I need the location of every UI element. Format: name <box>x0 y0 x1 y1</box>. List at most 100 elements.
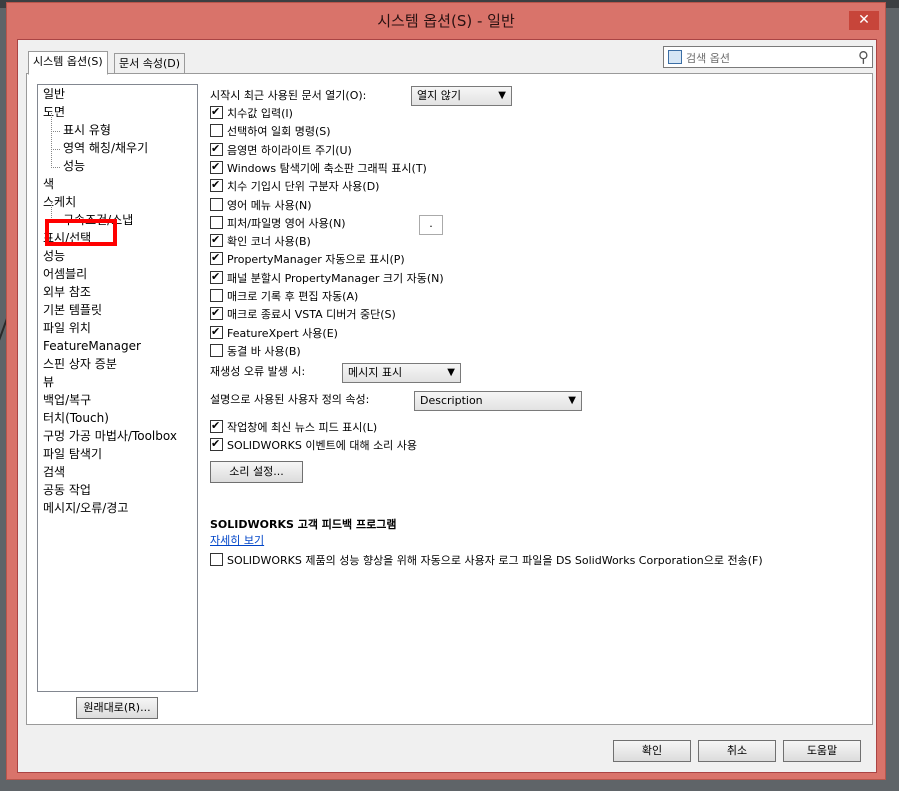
option-checkbox-row[interactable]: PropertyManager 자동으로 표시(P) <box>210 249 405 269</box>
search-options-field[interactable]: 검색 옵션 ⚲ <box>663 46 873 68</box>
rebuild-error-value: 메시지 표시 <box>348 366 403 379</box>
ok-button[interactable]: 확인 <box>613 740 691 762</box>
tree-item[interactable]: 성능 <box>43 247 65 265</box>
option-checkbox[interactable] <box>210 417 223 435</box>
option-checkbox-row[interactable]: 영어 메뉴 사용(N) <box>210 197 312 215</box>
tree-item[interactable]: FeatureManager <box>43 337 141 355</box>
highlight-box <box>45 219 117 246</box>
feedback-checkbox[interactable] <box>210 553 223 566</box>
tab-document-properties[interactable]: 문서 속성(D) <box>114 53 186 75</box>
option-checkbox-row[interactable]: 패널 분할시 PropertyManager 크기 자동(N) <box>210 268 444 288</box>
tree-item[interactable]: 구멍 가공 마법사/Toolbox <box>43 427 177 445</box>
chevron-down-icon: ▼ <box>568 395 576 406</box>
option-checkbox[interactable] <box>210 215 223 229</box>
tree-item[interactable]: 영역 해칭/채우기 <box>63 139 148 157</box>
options-panel: 일반 도면 표시 유형 영역 해칭/채우기 성능 색 스케치 구속조건/스냅 표시/선택 성능 어셈… <box>26 73 873 725</box>
feedback-checkbox-label: SOLIDWORKS 제품의 성능 향상을 위해 자동으로 사용자 로그 파일을… <box>227 554 763 567</box>
option-checkbox-label: 음영면 하이라이트 주기(U) <box>227 143 352 157</box>
option-checkbox-row[interactable]: 매크로 기록 후 편집 자동(A) <box>210 288 358 306</box>
tree-item[interactable]: 터치(Touch) <box>43 409 109 427</box>
rebuild-error-label: 재생성 오류 발생 시: <box>210 365 306 378</box>
option-checkbox-row[interactable]: 동결 바 사용(B) <box>210 343 301 361</box>
open-recent-label: 시작시 최근 사용된 문서 열기(O): <box>210 89 367 102</box>
tree-item[interactable]: 파일 탐색기 <box>43 445 102 463</box>
decimal-separator-field[interactable]: . <box>419 215 443 235</box>
option-checkbox-row[interactable]: SOLIDWORKS 이벤트에 대해 소리 사용 <box>210 435 418 455</box>
option-checkbox-label: SOLIDWORKS 이벤트에 대해 소리 사용 <box>227 439 418 453</box>
option-checkbox[interactable] <box>210 268 223 286</box>
tree-item[interactable]: 성능 <box>63 157 85 175</box>
open-recent-select[interactable]: 열지 않기 ▼ <box>411 86 512 106</box>
dialog-client: 시스템 옵션(S) 문서 속성(D) 검색 옵션 ⚲ 일반 도면 표시 유형 영역 해… <box>17 39 877 773</box>
option-checkbox[interactable] <box>210 343 223 357</box>
tree-connector <box>51 131 60 150</box>
option-checkbox[interactable] <box>210 249 223 267</box>
option-checkbox-row[interactable]: Windows 탐색기에 축소판 그래픽 표시(T) <box>210 158 427 178</box>
tree-item[interactable]: 외부 참조 <box>43 283 91 301</box>
options-tree[interactable]: 일반 도면 표시 유형 영역 해칭/채우기 성능 색 스케치 구속조건/스냅 표시/선택 성능 어셈… <box>37 84 198 692</box>
tree-item[interactable]: 어셈블리 <box>43 265 87 283</box>
option-checkbox[interactable] <box>210 231 223 249</box>
option-checkbox-row[interactable]: 피처/파일명 영어 사용(N) <box>210 215 346 233</box>
option-checkbox-row[interactable]: 작업창에 최신 뉴스 피드 표시(L) <box>210 417 378 437</box>
reset-button[interactable]: 원래대로(R)... <box>76 697 158 719</box>
tree-item[interactable]: 색 <box>43 175 54 193</box>
option-checkbox-label: 동결 바 사용(B) <box>227 344 301 358</box>
option-checkbox-label: 패널 분할시 PropertyManager 크기 자동(N) <box>227 271 444 285</box>
option-checkbox[interactable] <box>210 158 223 176</box>
tree-connector <box>51 113 60 132</box>
close-button[interactable]: ✕ <box>849 11 879 30</box>
option-checkbox-label: FeatureXpert 사용(E) <box>227 326 338 340</box>
option-checkbox[interactable] <box>210 304 223 322</box>
option-checkbox-label: 피처/파일명 영어 사용(N) <box>227 216 346 230</box>
tree-item[interactable]: 스핀 상자 증분 <box>43 355 117 373</box>
option-checkbox-label: 치수값 입력(I) <box>227 107 293 120</box>
option-checkbox[interactable] <box>210 124 223 138</box>
tree-item[interactable]: 파일 위치 <box>43 319 91 337</box>
option-checkbox-row[interactable]: 확인 코너 사용(B) <box>210 231 311 251</box>
tree-item[interactable]: 공동 작업 <box>43 481 91 499</box>
chevron-down-icon: ▼ <box>498 90 506 101</box>
rebuild-error-select[interactable]: 메시지 표시 ▼ <box>342 363 461 383</box>
help-button[interactable]: 도움말 <box>783 740 861 762</box>
feedback-link[interactable]: 자세히 보기 <box>210 532 264 550</box>
custom-prop-select[interactable]: Description ▼ <box>414 391 582 411</box>
tree-item[interactable]: 표시 유형 <box>63 121 111 139</box>
tree-item[interactable]: 뷰 <box>43 373 54 391</box>
option-checkbox[interactable] <box>210 103 223 121</box>
option-checkbox-row[interactable]: FeatureXpert 사용(E) <box>210 323 338 343</box>
tree-item[interactable]: 일반 <box>43 85 65 103</box>
tree-item[interactable]: 메시지/오류/경고 <box>43 499 128 517</box>
option-checkbox[interactable] <box>210 289 223 302</box>
search-icon[interactable]: ⚲ <box>858 48 869 66</box>
system-options-window: 시스템 옵션(S) - 일반 ✕ 시스템 옵션(S) 문서 속성(D) 검색 옵… <box>6 2 886 780</box>
option-checkbox-label: 선택하여 일회 명령(S) <box>227 125 331 139</box>
option-checkbox-label: 영어 메뉴 사용(N) <box>227 198 312 212</box>
option-checkbox[interactable] <box>210 323 223 341</box>
option-checkbox-label: PropertyManager 자동으로 표시(P) <box>227 253 405 267</box>
sound-settings-button[interactable]: 소리 설정... <box>210 461 303 483</box>
window-title: 시스템 옵션(S) - 일반 <box>377 12 515 30</box>
tree-item[interactable]: 백업/복구 <box>43 391 91 409</box>
open-recent-value: 열지 않기 <box>417 89 461 102</box>
tree-connector <box>51 149 60 168</box>
feedback-checkbox-row[interactable]: SOLIDWORKS 제품의 성능 향상을 위해 자동으로 사용자 로그 파일을… <box>210 552 763 570</box>
option-checkbox-label: 확인 코너 사용(B) <box>227 235 311 249</box>
option-checkbox-row[interactable]: 치수값 입력(I) <box>210 103 293 123</box>
tree-item[interactable]: 검색 <box>43 463 65 481</box>
cancel-button[interactable]: 취소 <box>698 740 776 762</box>
tree-item[interactable]: 기본 템플릿 <box>43 301 102 319</box>
option-checkbox-label: 매크로 기록 후 편집 자동(A) <box>227 290 359 303</box>
option-checkbox[interactable] <box>210 176 223 194</box>
option-checkbox-row[interactable]: 매크로 종료시 VSTA 디버거 중단(S) <box>210 304 396 324</box>
option-checkbox-label: Windows 탐색기에 축소판 그래픽 표시(T) <box>227 161 427 175</box>
option-checkbox-row[interactable]: 음영면 하이라이트 주기(U) <box>210 140 352 160</box>
option-checkbox-label: 작업창에 최신 뉴스 피드 표시(L) <box>227 421 378 434</box>
option-checkbox[interactable] <box>210 197 223 211</box>
option-checkbox[interactable] <box>210 140 223 158</box>
option-checkbox-row[interactable]: 치수 기입시 단위 구분자 사용(D) <box>210 176 379 196</box>
option-checkbox-label: 매크로 종료시 VSTA 디버거 중단(S) <box>227 308 396 322</box>
tab-system-options[interactable]: 시스템 옵션(S) <box>28 51 108 75</box>
option-checkbox-row[interactable]: 선택하여 일회 명령(S) <box>210 123 331 141</box>
option-checkbox[interactable] <box>210 435 223 453</box>
